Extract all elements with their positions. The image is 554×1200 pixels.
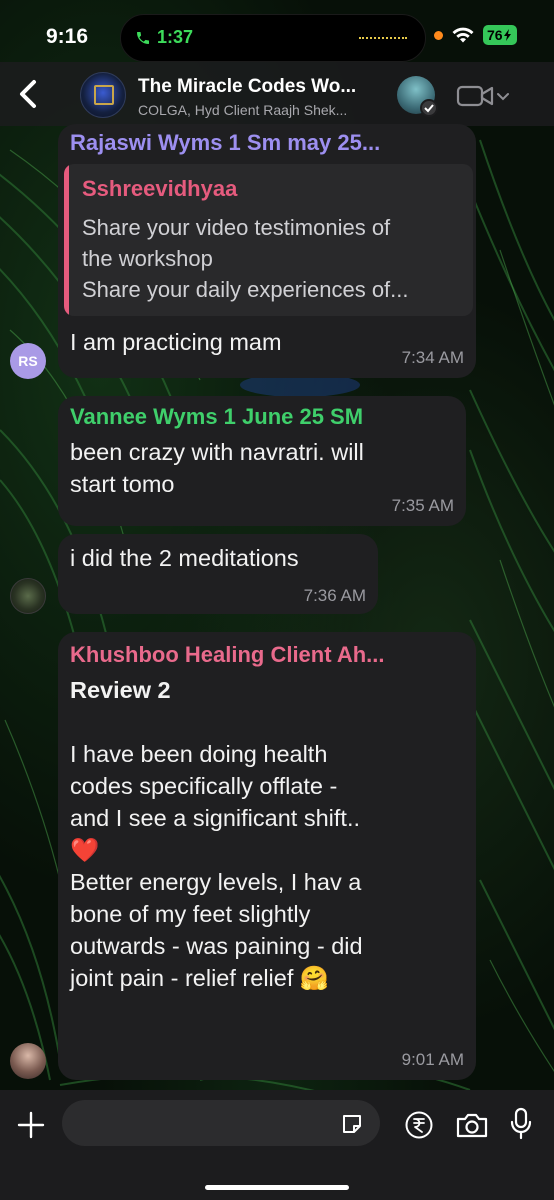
camera-icon [456, 1113, 488, 1138]
reply-quote[interactable]: Sshreevidhyaa Share your video testimoni… [64, 164, 473, 316]
plus-icon [17, 1111, 45, 1139]
sender-avatar[interactable] [10, 1043, 46, 1079]
quote-sender: Sshreevidhyaa [82, 176, 238, 201]
sticker-icon [343, 1115, 361, 1133]
home-indicator[interactable] [205, 1185, 349, 1190]
camera-button[interactable] [455, 1111, 489, 1139]
message-bubble[interactable]: i did the 2 meditations 7:36 AM [58, 534, 378, 614]
battery-indicator: 76 [483, 25, 517, 45]
message-input[interactable] [62, 1100, 380, 1146]
sender-avatar[interactable]: RS [10, 343, 46, 379]
check-icon [420, 99, 438, 117]
message-sender[interactable]: Khushboo Healing Client Ah... [70, 642, 466, 668]
message-time: 7:35 AM [391, 496, 454, 515]
message-text: been crazy with navratri. will start tom… [70, 439, 364, 497]
attach-button[interactable] [16, 1110, 46, 1140]
chat-title[interactable]: The Miracle Codes Wo... [138, 76, 388, 98]
sticker-button[interactable] [340, 1112, 364, 1136]
call-indicator[interactable]: 1:37 [135, 27, 193, 48]
back-icon [20, 80, 36, 108]
video-call-icon [456, 85, 509, 107]
status-bar: 9:16 1:37 76 [0, 0, 554, 70]
message-time: 7:36 AM [303, 586, 366, 605]
status-icons: 76 [434, 25, 517, 45]
chat-header: The Miracle Codes Wo... COLGA, Hyd Clien… [0, 62, 554, 126]
group-avatar[interactable] [80, 72, 126, 118]
message-bubble[interactable]: Khushboo Healing Client Ah... Review 2 I… [58, 632, 476, 1080]
chat-subtitle[interactable]: COLGA, Hyd Client Raajh Shek... [138, 102, 388, 118]
wifi-icon [452, 27, 474, 43]
call-timer: 1:37 [157, 27, 194, 47]
rupee-icon [405, 1111, 433, 1139]
status-time: 9:16 [46, 25, 89, 48]
back-button[interactable] [14, 76, 44, 112]
message-text: Review 2 I have been doing health codes … [70, 677, 363, 991]
call-waveform [359, 37, 407, 41]
charging-icon [503, 29, 511, 41]
contact-avatar[interactable] [397, 76, 438, 117]
payment-button[interactable] [404, 1110, 434, 1140]
video-call-button[interactable] [456, 84, 512, 108]
mic-icon [510, 1107, 532, 1140]
message-time: 9:01 AM [401, 1050, 464, 1069]
mic-in-use-indicator [434, 30, 443, 40]
message-bubble[interactable]: Vannee Wyms 1 June 25 SM been crazy with… [58, 396, 466, 526]
sender-avatar[interactable] [10, 578, 46, 614]
quote-text: Share your video testimonies of the work… [82, 215, 409, 302]
message-bubble[interactable]: Rajaswi Wyms 1 Sm may 25... Sshreevidhya… [58, 124, 476, 378]
mic-button[interactable] [510, 1107, 532, 1141]
battery-level: 76 [487, 27, 503, 43]
message-sender[interactable]: Vannee Wyms 1 June 25 SM [70, 404, 454, 430]
dynamic-island[interactable]: 1:37 [120, 14, 426, 62]
message-time: 7:34 AM [401, 348, 464, 367]
quote-accent-bar [64, 164, 69, 316]
message-composer [0, 1090, 554, 1200]
message-text: i did the 2 meditations [70, 545, 299, 571]
message-text: I am practicing mam [70, 329, 282, 355]
message-sender[interactable]: Rajaswi Wyms 1 Sm may 25... [70, 130, 466, 156]
phone-icon [137, 31, 149, 44]
